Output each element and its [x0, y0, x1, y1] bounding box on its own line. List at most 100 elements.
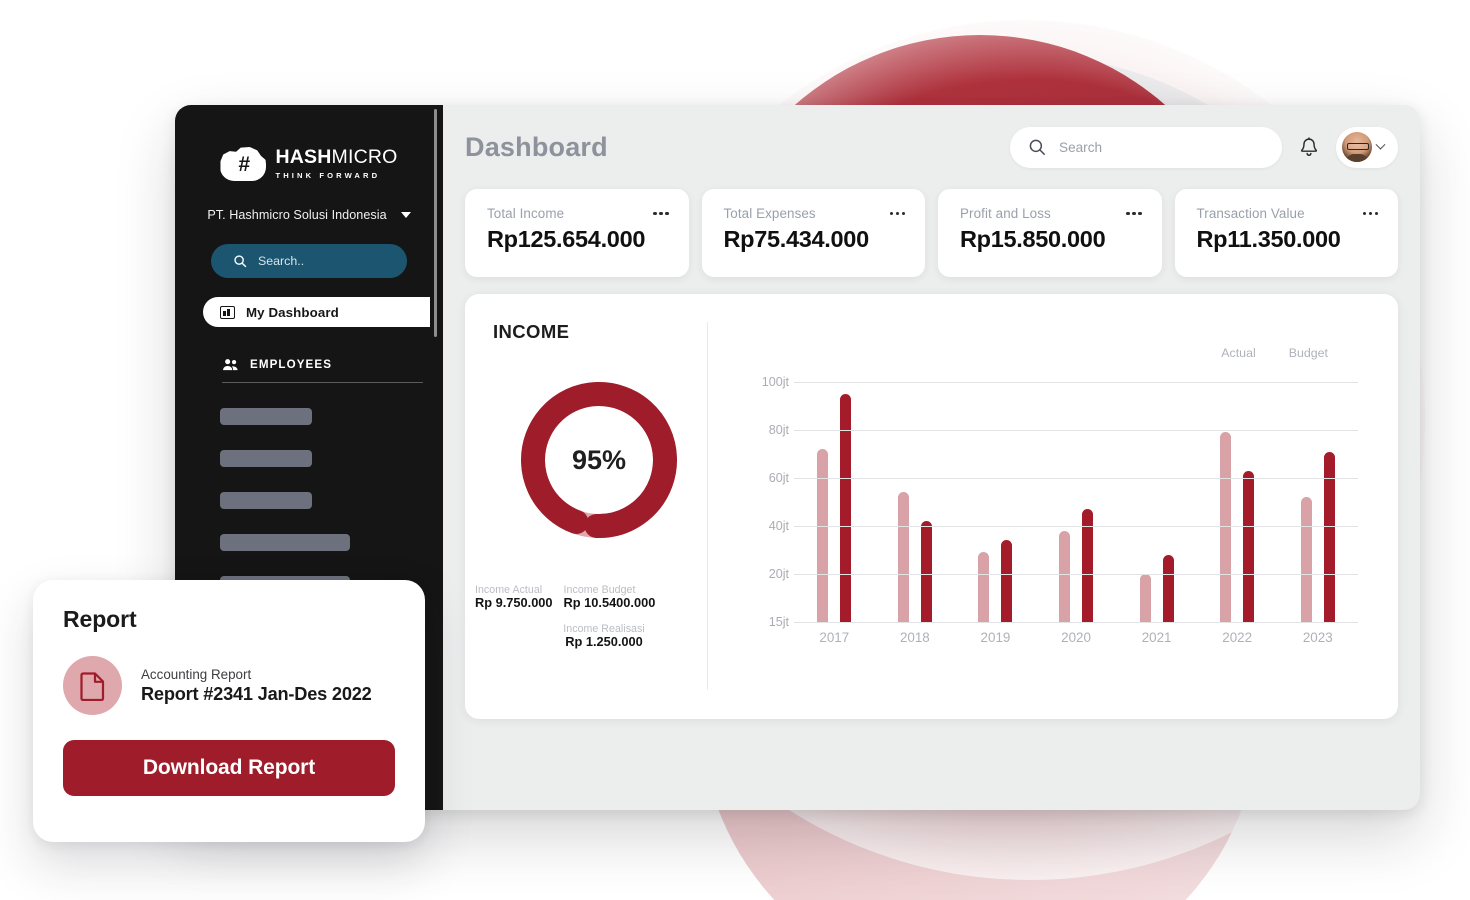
legend-item-budget[interactable]: Budget: [1289, 346, 1328, 360]
chart-bar-actual[interactable]: [1220, 432, 1232, 622]
report-subtitle: Accounting Report: [141, 666, 252, 682]
kpi-value: Rp125.654.000: [487, 226, 646, 252]
report-card: Report Accounting Report Report #2341 Ja…: [33, 580, 425, 842]
chart-bar-budget[interactable]: [840, 394, 852, 622]
chart-gridline: [794, 430, 1358, 431]
income-title: INCOME: [493, 321, 570, 342]
chart-bar-actual[interactable]: [1059, 530, 1071, 622]
chart-bars: [794, 382, 1358, 622]
chart-bar-group: [955, 382, 1036, 622]
kpi-value: Rp15.850.000: [960, 226, 1106, 252]
bell-icon: [1300, 136, 1318, 156]
chart-gridline: [794, 478, 1358, 479]
chart-bar-actual[interactable]: [978, 552, 990, 622]
kpi-card-transaction-value[interactable]: Transaction Value Rp11.350.000: [1174, 189, 1398, 277]
more-horizontal-icon[interactable]: [889, 206, 905, 216]
stat-amount: Rp 10.5400.000: [563, 595, 656, 610]
chart-gridline: [794, 622, 1358, 623]
dashboard-icon: [220, 305, 235, 319]
chevron-down-icon: [400, 212, 411, 218]
page-title: Dashboard: [465, 131, 608, 162]
download-report-button[interactable]: Download Report: [63, 740, 395, 796]
chart-x-tick: 2023: [1302, 630, 1333, 645]
sidebar-scrollbar[interactable]: [434, 109, 437, 337]
logo-title-light: MICRO: [331, 146, 398, 169]
chart-x-tick: 2018: [899, 630, 930, 645]
company-name: PT. Hashmicro Solusi Indonesia: [207, 208, 387, 222]
sidebar-search-input[interactable]: Search..: [211, 244, 407, 278]
notification-button[interactable]: [1296, 132, 1322, 162]
income-actual-stat: Income Actual Rp 9.750.000: [475, 584, 553, 610]
chart-bar-group: [1036, 382, 1117, 622]
stat-amount: Rp 9.750.000: [475, 595, 553, 610]
report-badge: [63, 656, 122, 715]
sidebar-section-employees[interactable]: EMPLOYEES: [222, 358, 423, 383]
chart-bar-budget[interactable]: [1243, 470, 1255, 622]
chart-bar-budget[interactable]: [1001, 540, 1013, 622]
kpi-card-total-income[interactable]: Total Income Rp125.654.000: [465, 189, 689, 277]
chart-x-tick: 2021: [1141, 630, 1172, 645]
kpi-label: Total Expenses: [723, 206, 816, 221]
chart-bar-budget[interactable]: [920, 521, 932, 622]
kpi-label: Profit and Loss: [960, 206, 1051, 221]
income-budget-stat: Income Budget Rp 10.5400.000: [564, 584, 656, 610]
chart-bar-actual[interactable]: [817, 449, 829, 622]
panel-divider: [707, 322, 709, 690]
chart-bar-group: [1277, 382, 1358, 622]
chart-bar-group: [1116, 382, 1197, 622]
kpi-card-profit-and-loss[interactable]: Profit and Loss Rp15.850.000: [938, 189, 1162, 277]
kpi-card-total-expenses[interactable]: Total Expenses Rp75.434.000: [701, 189, 925, 277]
chart-bar-budget[interactable]: [1162, 554, 1174, 622]
chart-x-tick: 2022: [1222, 630, 1253, 645]
avatar: [1342, 132, 1372, 162]
legend-item-actual[interactable]: Actual: [1221, 346, 1255, 360]
search-icon: [1029, 139, 1045, 155]
income-percent-label: 95%: [571, 444, 627, 475]
search-placeholder: Search: [1059, 139, 1103, 155]
chart-legend: Actual Budget: [747, 320, 1358, 360]
report-name: Report #2341 Jan-Des 2022: [141, 683, 372, 704]
app-logo: # HASHMICRO THINK FORWARD: [175, 147, 443, 181]
chart-y-tick: 40jt: [768, 519, 789, 533]
sidebar-search-placeholder: Search..: [258, 254, 305, 268]
chart-bar-actual[interactable]: [897, 492, 909, 622]
sidebar-skeleton-item: [220, 492, 312, 509]
chart-bar-group: [875, 382, 956, 622]
income-stats: Income Actual Rp 9.750.000 Income Budget…: [475, 584, 707, 649]
chart-y-tick: 20jt: [768, 567, 789, 581]
search-icon: [234, 255, 247, 268]
kpi-value: Rp75.434.000: [723, 226, 870, 252]
chart-gridline: [794, 526, 1358, 527]
sidebar-skeleton-item: [220, 408, 312, 425]
kpi-card-row: Total Income Rp125.654.000 Total Expense…: [465, 189, 1398, 277]
chart-x-axis: 2017 2018 2019 2020 2021 2022 2023: [794, 630, 1358, 645]
more-horizontal-icon[interactable]: [1362, 206, 1378, 216]
chevron-down-icon: [1375, 139, 1386, 150]
top-bar-actions: Search: [1010, 126, 1398, 168]
chart-plot-area: 2017 2018 2019 2020 2021 2022 2023 15jt 20jt 40j…: [747, 375, 1358, 645]
chart-x-tick: 2019: [980, 630, 1011, 645]
kpi-label: Total Income: [487, 206, 565, 221]
chart-bar-group: [1197, 382, 1278, 622]
screenshot-stage: # HASHMICRO THINK FORWARD PT. Hashmicro …: [0, 0, 1470, 900]
report-card-title: Report: [63, 606, 137, 632]
company-selector[interactable]: PT. Hashmicro Solusi Indonesia: [175, 208, 443, 222]
user-menu[interactable]: [1336, 126, 1398, 168]
chart-bar-actual[interactable]: [1139, 574, 1151, 622]
chart-y-tick: 60jt: [768, 471, 789, 485]
hashmicro-cloud-icon: #: [220, 147, 267, 181]
logo-tagline: THINK FORWARD: [275, 170, 381, 180]
more-horizontal-icon[interactable]: [653, 206, 669, 216]
more-horizontal-icon[interactable]: [1126, 206, 1142, 216]
report-item: Accounting Report Report #2341 Jan-Des 2…: [63, 656, 395, 715]
chart-gridline: [794, 574, 1358, 575]
document-icon: [79, 671, 104, 701]
chart-y-tick: 80jt: [768, 423, 789, 437]
people-icon: [223, 359, 238, 371]
chart-y-tick: 15jt: [768, 615, 789, 629]
search-input[interactable]: Search: [1010, 126, 1282, 168]
main-content: Dashboard Search Total Income Rp125.654.…: [443, 105, 1420, 810]
sidebar-section-label: EMPLOYEES: [250, 358, 333, 371]
sidebar-item-my-dashboard[interactable]: My Dashboard: [203, 297, 430, 327]
chart-bar-actual[interactable]: [1300, 497, 1312, 622]
